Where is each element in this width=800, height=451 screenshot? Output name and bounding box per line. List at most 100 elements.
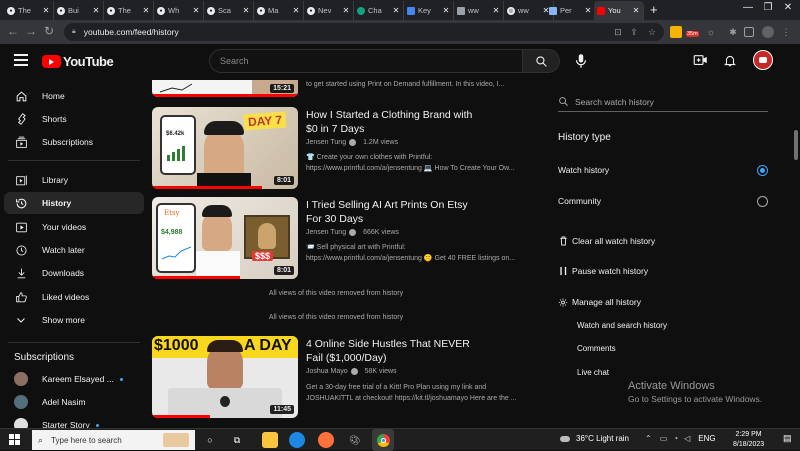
browser-tab[interactable]: ● Bui ✕ — [54, 1, 104, 20]
cortana-icon[interactable]: ○ — [202, 432, 218, 448]
browser-tab[interactable]: ● Ma ✕ — [254, 1, 304, 20]
chrome-menu-icon[interactable]: ⋮ — [780, 26, 792, 38]
notifications-button[interactable] — [723, 53, 737, 68]
pause-watch-history-button[interactable]: Pause watch history — [558, 263, 648, 279]
windows-start-icon[interactable] — [9, 434, 20, 445]
search-input[interactable]: Search — [209, 49, 523, 73]
side-panel-icon[interactable] — [744, 27, 754, 37]
share-icon[interactable]: ⇪ — [628, 26, 640, 38]
radio-selected[interactable] — [757, 164, 768, 176]
youtube-logo[interactable]: YouTube — [42, 54, 114, 69]
tab-close-icon[interactable]: ✕ — [392, 6, 400, 15]
history-type-watch[interactable]: Watch history — [558, 162, 768, 178]
browser-tab[interactable]: ● The ✕ — [104, 1, 154, 20]
tab-close-icon[interactable]: ✕ — [292, 6, 300, 15]
browser-tab[interactable]: Per ✕ — [546, 1, 596, 20]
video-title[interactable]: 4 Online Side Hustles That NEVER Fail ($… — [306, 337, 476, 365]
install-icon[interactable]: ⊡ — [612, 26, 624, 38]
address-bar[interactable]: 🔒︎ youtube.com/feed/history — [64, 23, 664, 41]
subscription-channel[interactable]: Adel Nasim — [14, 393, 85, 411]
browser-tab-active[interactable]: You ✕ — [594, 1, 644, 20]
search-button[interactable] — [523, 49, 560, 73]
profile-avatar[interactable] — [762, 26, 774, 38]
browser-tab[interactable]: ● Wh ✕ — [154, 1, 204, 20]
watch-history-search-input[interactable]: Search watch history — [558, 92, 768, 112]
browser-tab[interactable]: ● Sca ✕ — [204, 1, 254, 20]
create-button[interactable] — [693, 53, 708, 67]
sidebar-item-watch-later[interactable]: Watch later — [0, 239, 140, 261]
language-indicator[interactable]: ENG — [698, 434, 715, 443]
firefox-icon[interactable] — [318, 432, 334, 448]
video-title[interactable]: I Tried Selling AI Art Prints On Etsy Fo… — [306, 198, 476, 226]
sidebar-item-home[interactable]: Home — [0, 85, 140, 107]
browser-tab[interactable]: Key ✕ — [404, 1, 454, 20]
subscription-channel[interactable]: Kareem Elsayed ... — [14, 370, 123, 388]
restore-button[interactable]: ❐ — [758, 2, 778, 13]
tab-close-icon[interactable]: ✕ — [142, 6, 150, 15]
reload-button[interactable]: ↻ — [42, 24, 56, 38]
sidebar-item-liked-videos[interactable]: Liked videos — [0, 286, 140, 308]
taskbar-search-input[interactable]: ⌕ Type here to search — [32, 430, 195, 450]
tab-close-icon[interactable]: ✕ — [442, 6, 450, 15]
channel-name[interactable]: Joshua Mayo — [306, 368, 348, 375]
account-avatar[interactable] — [753, 50, 773, 70]
browser-tab[interactable]: Cha ✕ — [354, 1, 404, 20]
sidebar-item-show-more[interactable]: Show more — [0, 309, 140, 331]
page-scrollbar[interactable] — [792, 80, 800, 430]
browser-tab[interactable]: ww ✕ — [454, 1, 504, 20]
tab-close-icon[interactable]: ✕ — [92, 6, 100, 15]
window-close-button[interactable]: ✕ — [778, 2, 798, 13]
sidebar-item-subscriptions[interactable]: Subscriptions — [0, 131, 140, 153]
video-thumbnail[interactable]: Etsy $4,988 $$$ 8:01 — [152, 197, 298, 279]
browser-tab[interactable]: ● Nev ✕ — [304, 1, 354, 20]
tab-close-icon[interactable]: ✕ — [584, 6, 592, 15]
taskbar-clock[interactable]: 2:29 PM 8/18/2023 — [733, 430, 764, 450]
watch-and-search-history-link[interactable]: Watch and search history — [577, 321, 667, 330]
edge-icon[interactable] — [289, 432, 305, 448]
tab-close-icon[interactable]: ✕ — [342, 6, 350, 15]
bookmark-star-icon[interactable]: ☆ — [646, 26, 658, 38]
battery-icon[interactable]: ▭ — [660, 434, 668, 443]
network-icon[interactable]: ◔ — [673, 434, 678, 443]
video-thumbnail[interactable]: $1000 A DAY 11:45 — [152, 336, 298, 418]
video-title[interactable]: How I Started a Clothing Brand with $0 i… — [306, 108, 476, 136]
tab-close-icon[interactable]: ✕ — [42, 6, 50, 15]
new-tab-button[interactable]: + — [650, 2, 658, 17]
channel-name[interactable]: Jensen Tung — [306, 139, 346, 146]
browser-tab[interactable]: ● The ✕ — [4, 1, 54, 20]
tab-close-icon[interactable]: ✕ — [632, 6, 640, 15]
sidebar-item-your-videos[interactable]: Your videos — [0, 216, 140, 238]
paint-icon[interactable]: 🎨︎ — [347, 432, 363, 448]
extensions-puzzle-icon[interactable]: ✱ — [727, 26, 739, 38]
chrome-taskbar-button[interactable] — [372, 429, 394, 451]
forward-button[interactable]: → — [24, 24, 38, 38]
radio-unselected[interactable] — [757, 195, 768, 207]
tab-close-icon[interactable]: ✕ — [192, 6, 200, 15]
tab-close-icon[interactable]: ✕ — [492, 6, 500, 15]
video-thumbnail[interactable]: $6.42k DAY 7 8:01 — [152, 107, 298, 189]
back-button[interactable]: ← — [6, 24, 20, 38]
comments-link[interactable]: Comments — [577, 344, 616, 353]
file-explorer-icon[interactable] — [262, 432, 278, 448]
menu-icon[interactable] — [14, 54, 28, 66]
tab-close-icon[interactable]: ✕ — [242, 6, 250, 15]
extension-icon[interactable]: ☼ — [705, 26, 717, 38]
task-view-icon[interactable]: ⧉ — [229, 432, 245, 448]
manage-all-history-button[interactable]: Manage all history — [558, 294, 641, 310]
clear-watch-history-button[interactable]: Clear all watch history — [558, 233, 655, 249]
show-hidden-icons-icon[interactable]: ⌃ — [645, 434, 652, 443]
sidebar-item-downloads[interactable]: Downloads — [0, 262, 140, 284]
scrollbar-thumb[interactable] — [794, 130, 798, 160]
live-chat-link[interactable]: Live chat — [577, 368, 609, 377]
volume-icon[interactable]: ◁ — [684, 434, 690, 443]
sidebar-item-history[interactable]: History — [4, 192, 144, 214]
history-type-community[interactable]: Community — [558, 193, 768, 209]
voice-search-button[interactable] — [572, 52, 590, 70]
weather-text[interactable]: 36°C Light rain — [576, 434, 629, 443]
extension-icon[interactable] — [670, 26, 682, 38]
sidebar-item-shorts[interactable]: Shorts — [0, 108, 140, 130]
channel-name[interactable]: Jensen Tung — [306, 229, 346, 236]
sidebar-item-library[interactable]: Library — [0, 169, 140, 191]
video-thumbnail[interactable]: 15:21 — [152, 80, 298, 97]
notifications-icon[interactable]: ▤ — [783, 433, 793, 445]
